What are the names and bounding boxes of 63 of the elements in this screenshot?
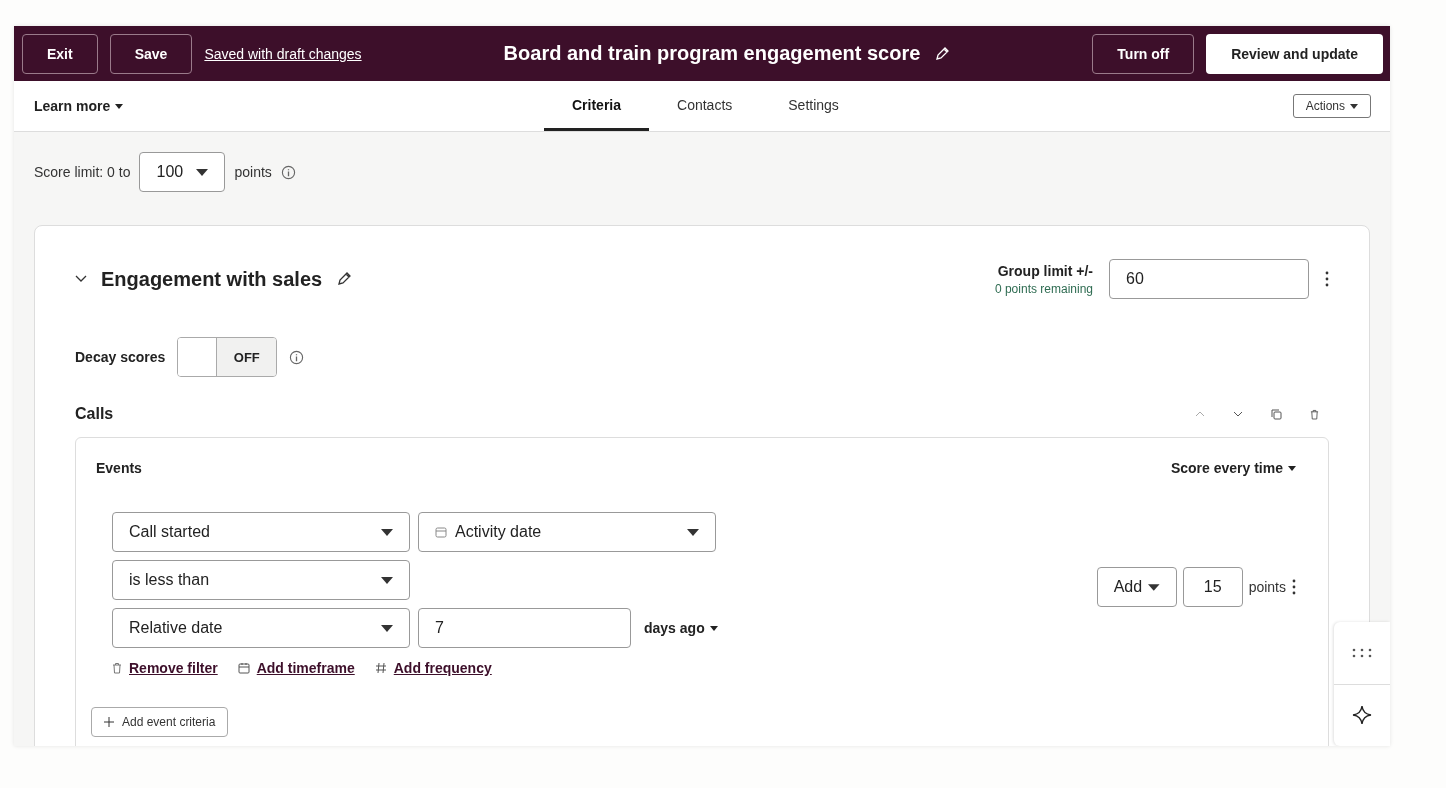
tab[interactable]: Settings — [760, 81, 867, 131]
caret-icon — [1288, 465, 1296, 471]
unit-dropdown[interactable]: days ago — [644, 620, 718, 636]
score-limit-label: Score limit: 0 to — [34, 164, 131, 180]
scoring-dropdown[interactable]: Score every time — [1170, 460, 1296, 476]
caret-icon — [709, 625, 718, 631]
sparkle-icon[interactable] — [1352, 705, 1372, 726]
down-icon[interactable] — [1233, 411, 1243, 417]
calendar-icon — [237, 662, 250, 674]
points-label: points — [234, 164, 272, 180]
trash-icon — [112, 662, 122, 674]
more-icon[interactable] — [1325, 271, 1329, 287]
group-title: Engagement with sales — [101, 267, 323, 291]
add-criteria-button[interactable]: Add event criteria — [91, 707, 229, 737]
caret-icon — [381, 576, 393, 584]
section-title: Calls — [75, 405, 114, 423]
caret-icon — [687, 528, 699, 536]
caret-icon — [381, 624, 393, 632]
group-limit-label: Group limit +/- — [996, 262, 1093, 279]
review-button[interactable]: Review and update — [1206, 33, 1383, 74]
decay-toggle[interactable]: OFF — [177, 337, 278, 377]
caret-icon — [381, 528, 393, 536]
pencil-icon[interactable] — [934, 45, 951, 62]
calendar-icon — [435, 526, 447, 538]
events-title: Events — [96, 460, 142, 476]
select-field[interactable]: is less than — [112, 560, 410, 600]
plus-icon — [104, 717, 114, 727]
info-icon — [280, 164, 296, 180]
exit-button[interactable]: Exit — [22, 33, 98, 74]
trash-icon[interactable] — [1310, 408, 1319, 420]
caret-icon — [1148, 583, 1160, 591]
caret-icon — [196, 168, 209, 176]
points-label: points — [1248, 579, 1286, 595]
select-field[interactable]: Relative date — [112, 608, 410, 648]
caret-icon — [115, 103, 124, 109]
filter-link[interactable]: Add timeframe — [256, 660, 355, 676]
more-icon[interactable] — [1292, 579, 1296, 595]
hash-icon — [374, 662, 387, 674]
saved-status-link[interactable]: Saved with draft changes — [204, 45, 362, 62]
caret-icon — [1350, 103, 1358, 109]
decay-label: Decay scores — [75, 349, 166, 365]
select-field[interactable]: Activity date — [418, 512, 716, 552]
pencil-icon[interactable] — [336, 271, 353, 287]
actions-button[interactable]: Actions — [1292, 94, 1371, 118]
filter-link[interactable]: Add frequency — [393, 660, 492, 676]
turn-off-button[interactable]: Turn off — [1092, 33, 1195, 74]
tab[interactable]: Criteria — [544, 81, 650, 131]
select-field[interactable]: Call started — [112, 512, 410, 552]
operation-select[interactable]: Add — [1096, 567, 1177, 607]
filter-link[interactable]: Remove filter — [129, 660, 218, 676]
score-limit-select[interactable]: 100 — [139, 152, 226, 192]
copy-icon[interactable] — [1271, 408, 1282, 420]
number-field[interactable]: 7 — [418, 608, 631, 648]
chevron-icon[interactable] — [75, 275, 87, 283]
points-remaining: 0 points remaining — [994, 281, 1093, 296]
page-title: Board and train program engagement score — [503, 42, 921, 65]
points-field[interactable]: 15 — [1182, 567, 1243, 607]
learn-more-menu[interactable]: Learn more — [34, 98, 111, 114]
save-button[interactable]: Save — [109, 33, 193, 74]
info-icon — [289, 349, 305, 365]
grid-icon[interactable] — [1352, 647, 1372, 658]
group-limit-field[interactable]: 60 — [1109, 259, 1309, 299]
tab[interactable]: Contacts — [649, 81, 761, 131]
